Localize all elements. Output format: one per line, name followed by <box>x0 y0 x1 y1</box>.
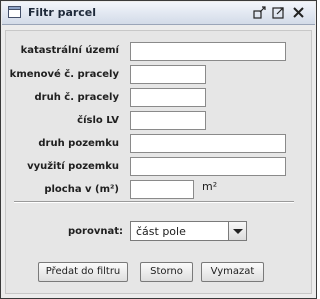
compare-selected-value: část pole <box>136 225 186 238</box>
field-label-cadastral-area: katastrální území <box>20 45 119 56</box>
field-label-lv-number: číslo LV <box>77 115 119 126</box>
field-label-land-type: druh pozemku <box>38 138 119 149</box>
land-type-input[interactable] <box>130 134 286 153</box>
field-label-area: plocha v (m²) <box>44 184 119 195</box>
parcel-number-type-input[interactable] <box>130 88 206 107</box>
field-label-land-use: využití pozemku <box>27 161 119 172</box>
close-icon[interactable] <box>291 5 306 20</box>
area-input[interactable] <box>130 180 194 199</box>
separator <box>14 201 294 203</box>
lv-number-input[interactable] <box>130 111 206 130</box>
submit-to-filter-button[interactable]: Předat do filtru <box>38 262 128 282</box>
area-unit: m² <box>202 180 218 193</box>
window-title: Filtr parcel <box>28 6 97 19</box>
maximize-icon[interactable] <box>271 5 286 20</box>
compare-select[interactable]: část pole <box>130 221 247 241</box>
chevron-down-icon[interactable] <box>228 222 246 240</box>
window-icon <box>8 6 21 18</box>
filter-window: Filtr parcel katastrální území kmenové č… <box>0 0 317 299</box>
parcel-root-number-input[interactable] <box>130 65 206 84</box>
cadastral-area-input[interactable] <box>130 42 286 61</box>
filter-form: katastrální území kmenové č. pracely dru… <box>5 30 312 294</box>
compare-label: porovnat: <box>68 226 123 237</box>
field-label-parcel-number-type: druh č. pracely <box>34 92 119 103</box>
minimize-icon[interactable] <box>252 5 267 20</box>
cancel-button[interactable]: Storno <box>140 262 193 282</box>
title-bar[interactable]: Filtr parcel <box>2 2 315 25</box>
clear-button[interactable]: Vymazat <box>201 262 264 282</box>
land-use-input[interactable] <box>130 157 286 176</box>
field-label-parcel-root-number: kmenové č. pracely <box>9 69 119 80</box>
